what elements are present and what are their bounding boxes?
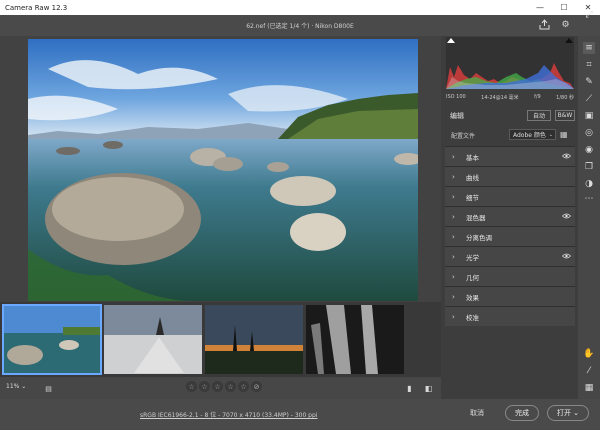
filmstrip [0,302,441,377]
section-label: 曲线 [466,173,479,182]
zoom-level[interactable]: 11% ⌄ [6,383,26,390]
open-button[interactable]: 打开 ⌄ [547,405,589,421]
file-info: 62.nef (已选定 1/4 个) · Nikon D800E [246,23,354,30]
main-photo[interactable] [28,39,418,301]
exif-shutter: 1/80 秒 [556,95,574,101]
crop-icon[interactable]: ⌗ [583,59,595,71]
section-label: 光学 [466,253,479,262]
chevron-right-icon[interactable]: › [452,253,462,261]
profile-row: 配置文件 Adobe 颜色 ⌄ ▦ [445,128,575,142]
star-rating[interactable]: ☆ ☆ ☆ ☆ ☆ ⊘ [186,381,262,392]
radial-filter-icon[interactable]: ◎ [583,127,595,139]
highlight-clipping-icon[interactable] [565,38,573,43]
section-label: 分离色调 [466,233,492,242]
chevron-right-icon[interactable]: › [452,173,462,181]
more-options-icon[interactable]: ⋯ [583,193,595,205]
graduated-filter-icon[interactable]: ▣ [583,110,595,122]
settings-gear-icon[interactable]: ⚙ [559,18,572,31]
edit-sliders-icon[interactable]: ≡ [583,42,595,54]
filmstrip-thumb-1[interactable] [2,304,102,375]
edit-header: 编辑 自动 B&W [445,108,575,124]
single-view-icon[interactable]: ▮ [403,382,416,395]
hand-tool-icon[interactable]: ✋ [583,348,595,360]
bottom-toolbar: 11% ⌄ ▤ ☆ ☆ ☆ ☆ ☆ ⊘ ▮ ◧ [0,377,441,399]
adjustment-brush-icon[interactable]: ⟋ [583,93,595,105]
snapshots-icon[interactable]: ❐ [583,161,595,173]
star-3[interactable]: ☆ [212,381,223,392]
star-2[interactable]: ☆ [199,381,210,392]
section-row[interactable]: › 曲线 [445,166,575,186]
image-preview-area [0,36,441,302]
section-row[interactable]: › 几何 [445,266,575,286]
chevron-right-icon[interactable]: › [452,233,462,241]
chevron-right-icon[interactable]: › [452,273,462,281]
filmstrip-thumb-2[interactable] [104,305,202,374]
grid-overlay-icon[interactable]: ▦ [583,382,595,394]
chevron-right-icon[interactable]: › [452,213,462,221]
done-button[interactable]: 完成 [505,405,539,421]
section-row[interactable]: › 光学 [445,246,575,266]
filmstrip-sort-icon[interactable]: ▤ [42,382,55,395]
footer-bar: sRGB IEC61966-2.1 - 8 位 - 7070 x 4710 (3… [0,399,600,430]
section-label: 几何 [466,273,479,282]
section-label: 效果 [466,293,479,302]
bw-button[interactable]: B&W [555,110,575,121]
filmstrip-thumb-3[interactable] [205,305,303,374]
chevron-right-icon[interactable]: › [452,193,462,201]
histogram [446,37,574,89]
delete-flag-icon[interactable]: ⊘ [251,381,262,392]
section-row[interactable]: › 校准 [445,306,575,326]
visibility-eye-icon[interactable] [562,253,571,259]
cancel-button[interactable]: 取消 [470,408,484,418]
fullscreen-icon[interactable]: ⤢ [583,9,595,21]
red-eye-icon[interactable]: ◉ [583,144,595,156]
maximize-button[interactable]: ☐ [552,0,576,15]
filmstrip-thumb-4[interactable] [306,305,404,374]
chevron-right-icon[interactable]: › [452,293,462,301]
star-1[interactable]: ☆ [186,381,197,392]
chevron-right-icon[interactable]: › [452,153,462,161]
edit-sections: › 基本 › 曲线 › 细节 › 混色器 › 分离色调 › 光学 › 几何 › 效果 › 校准 [445,146,575,326]
title-bar: Camera Raw 12.3 — ☐ ✕ [0,0,600,15]
profile-select[interactable]: Adobe 颜色 ⌄ [509,129,556,140]
minimize-button[interactable]: — [528,0,552,15]
section-row[interactable]: › 效果 [445,286,575,306]
workflow-options-link[interactable]: sRGB IEC61966-2.1 - 8 位 - 7070 x 4710 (3… [140,410,317,419]
compare-view-icon[interactable]: ◧ [422,382,435,395]
section-row[interactable]: › 基本 [445,146,575,166]
spot-removal-icon[interactable]: ✎ [583,76,595,88]
save-icon[interactable] [538,18,551,31]
section-label: 校准 [466,313,479,322]
section-row[interactable]: › 分离色调 [445,226,575,246]
exif-focal: 14-24@14 毫米 [481,95,519,101]
exif-aperture: f/9 [534,94,541,100]
chevron-right-icon[interactable]: › [452,313,462,321]
exif-iso: ISO 100 [446,94,466,100]
section-label: 混色器 [466,213,486,222]
section-label: 细节 [466,193,479,202]
tool-strip: ⤢ ≡ ⌗ ✎ ⟋ ▣ ◎ ◉ ❐ ◑ ⋯ ✋ ⁄ ▦ [578,10,600,399]
profile-label: 配置文件 [451,132,476,140]
star-5[interactable]: ☆ [238,381,249,392]
file-info-bar: 62.nef (已选定 1/4 个) · Nikon D800E ⚙ [0,15,600,36]
window-title: Camera Raw 12.3 [5,3,68,12]
section-label: 基本 [466,153,479,162]
profile-browser-icon[interactable]: ▦ [560,130,570,140]
exif-info: ISO 100 14-24@14 毫米 f/9 1/80 秒 [446,94,574,101]
section-row[interactable]: › 混色器 [445,206,575,226]
visibility-eye-icon[interactable] [562,153,571,159]
edit-title: 编辑 [450,112,464,120]
color-sampler-icon[interactable]: ⁄ [583,365,595,377]
shadow-clipping-icon[interactable] [447,38,455,43]
auto-button[interactable]: 自动 [527,110,551,121]
visibility-eye-icon[interactable] [562,213,571,219]
edit-panel: ISO 100 14-24@14 毫米 f/9 1/80 秒 编辑 自动 B&W… [441,36,578,399]
section-row[interactable]: › 细节 [445,186,575,206]
presets-icon[interactable]: ◑ [583,178,595,190]
chevron-down-icon: ⌄ [548,131,553,138]
star-4[interactable]: ☆ [225,381,236,392]
header-icons: ⚙ [538,18,572,31]
